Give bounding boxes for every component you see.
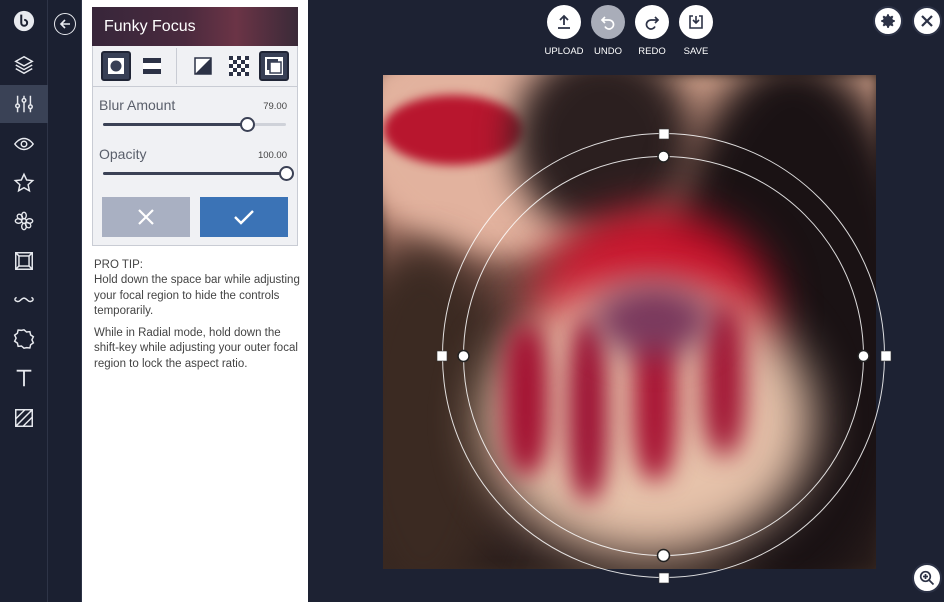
blur-value: 79.00 — [263, 101, 287, 112]
checker-icon — [229, 56, 249, 76]
blur-slider[interactable] — [103, 117, 286, 132]
undo-button[interactable]: UNDO — [590, 5, 626, 59]
invert-icon — [194, 57, 212, 75]
blur-slider-thumb[interactable] — [240, 117, 256, 132]
undo-icon — [600, 16, 615, 30]
effect-panel: Funky Focus Blur Amount 79.00 Opacity 10… — [82, 0, 308, 602]
zoom-button[interactable] — [912, 563, 942, 593]
flower-icon[interactable] — [0, 202, 48, 240]
overlay-icon — [265, 57, 283, 75]
checkmark-icon — [234, 210, 254, 225]
blur-slider-fill — [103, 123, 248, 126]
save-label: SAVE — [683, 46, 709, 57]
outer-handle-left[interactable] — [436, 350, 448, 362]
opacity-label: Opacity — [99, 146, 147, 162]
redo-button[interactable]: REDO — [634, 5, 670, 59]
blur-label: Blur Amount — [99, 97, 176, 113]
inner-handle-right[interactable] — [857, 349, 870, 363]
radial-icon — [108, 58, 124, 74]
inner-handle-left[interactable] — [457, 349, 470, 363]
eye-icon[interactable] — [0, 125, 48, 163]
text-icon[interactable] — [0, 359, 48, 397]
close-icon — [138, 209, 154, 225]
zoom-in-icon — [919, 570, 935, 586]
star-icon[interactable] — [0, 164, 48, 202]
pro-tip-heading: PRO TIP: — [94, 259, 143, 271]
upload-button[interactable]: UPLOAD — [544, 5, 584, 59]
tool-rail — [0, 0, 48, 602]
mode-divider — [176, 48, 177, 84]
outer-handle-right[interactable] — [880, 350, 892, 362]
redo-icon — [645, 16, 660, 30]
pro-tip-line-2: While in Radial mode, hold down the shif… — [94, 327, 298, 370]
outer-handle-top[interactable] — [658, 128, 670, 140]
pro-tip-line-1: Hold down the space bar while adjusting … — [94, 274, 300, 317]
layers-icon[interactable] — [0, 46, 48, 84]
badge-icon[interactable] — [0, 320, 48, 358]
opacity-slider-fill — [103, 172, 286, 175]
linear-icon — [143, 58, 161, 74]
pro-tip: PRO TIP: Hold down the space bar while a… — [94, 258, 300, 379]
invert-mask-button[interactable] — [188, 51, 218, 81]
panel-controls: Blur Amount 79.00 Opacity 100.00 — [92, 46, 298, 246]
transparency-button[interactable] — [224, 51, 254, 81]
opacity-slider-thumb[interactable] — [278, 166, 294, 181]
logo-icon[interactable] — [0, 2, 48, 40]
linear-mode-button[interactable] — [137, 51, 167, 81]
outer-handle-bottom[interactable] — [658, 572, 670, 584]
panel-title: Funky Focus — [92, 7, 298, 46]
inner-handle-top[interactable] — [657, 150, 670, 163]
arrow-left-icon — [59, 19, 70, 29]
settings-button[interactable] — [873, 6, 903, 36]
inner-handle-bottom[interactable] — [656, 548, 671, 563]
photo-canvas[interactable] — [383, 75, 876, 569]
back-button[interactable] — [54, 13, 76, 35]
overlay-mode-button[interactable] — [259, 51, 289, 81]
radial-mode-button[interactable] — [101, 51, 131, 81]
save-icon — [689, 15, 703, 29]
mode-row-divider — [93, 86, 298, 87]
close-icon — [921, 15, 933, 27]
texture-icon[interactable] — [0, 399, 48, 437]
gear-icon — [881, 14, 895, 28]
mustache-icon[interactable] — [0, 280, 48, 318]
close-button[interactable] — [912, 6, 942, 36]
upload-icon — [558, 14, 570, 29]
opacity-value: 100.00 — [257, 150, 287, 161]
apply-button[interactable] — [200, 197, 288, 237]
adjustments-icon[interactable] — [0, 85, 48, 123]
opacity-slider[interactable] — [103, 166, 294, 181]
back-column — [48, 0, 82, 602]
cancel-button[interactable] — [102, 197, 190, 237]
save-button[interactable]: SAVE — [678, 5, 714, 59]
frame-icon[interactable] — [0, 242, 48, 280]
